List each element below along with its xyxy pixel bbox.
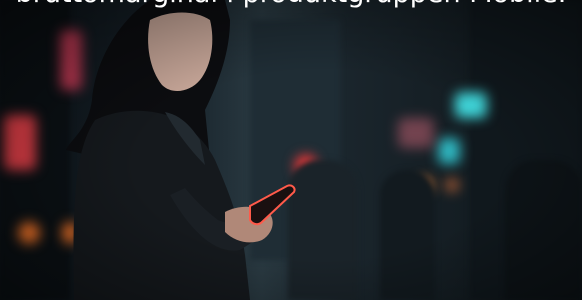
caption-text: bruttomarginal i produktgruppen Mobile. (0, 0, 582, 9)
vignette (0, 0, 582, 300)
photo-scene: bruttomarginal i produktgruppen Mobile. (0, 0, 582, 300)
